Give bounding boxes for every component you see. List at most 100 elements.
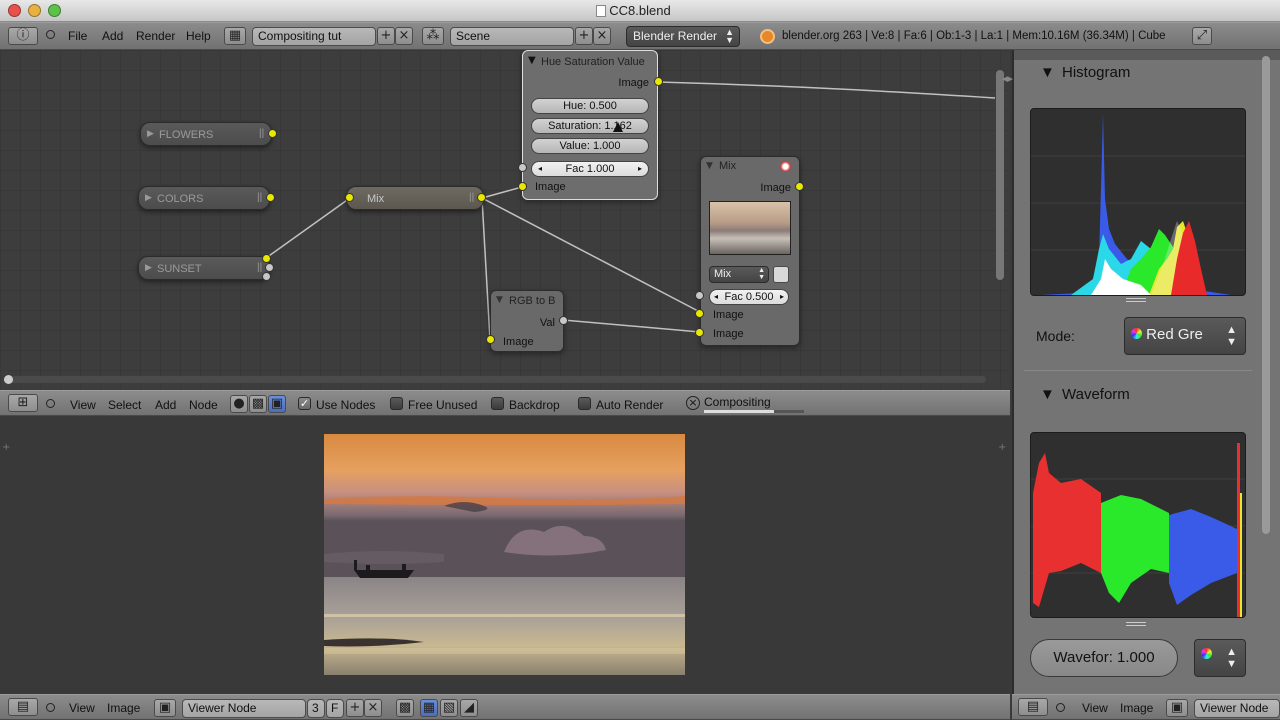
scene-field[interactable]: Scene bbox=[450, 27, 574, 46]
image-viewer[interactable]: + + bbox=[0, 416, 1010, 694]
socket-sunset-out-3[interactable] bbox=[262, 272, 271, 281]
collapse-arrow-icon[interactable]: ▼ bbox=[706, 161, 713, 171]
node-sunset[interactable]: ▶ SUNSET || bbox=[138, 256, 270, 280]
increment-arrow-icon[interactable]: ▸ bbox=[638, 162, 642, 176]
fake-user-toggle[interactable]: F bbox=[326, 699, 344, 718]
draw-channels-icon[interactable]: ▩ bbox=[396, 699, 414, 717]
socket-mix2-image1-in[interactable] bbox=[695, 309, 704, 318]
collapse-menu-icon[interactable] bbox=[1056, 703, 1065, 712]
panel-scrollbar[interactable] bbox=[1262, 56, 1270, 534]
node-editor-vscrollbar[interactable] bbox=[996, 70, 1004, 280]
socket-sunset-out-1[interactable] bbox=[262, 254, 271, 263]
unlink-image-icon[interactable]: × bbox=[364, 699, 382, 717]
blend-mode-select[interactable]: Mix ▲ ▼ bbox=[709, 266, 769, 283]
area-split-plus-icon[interactable]: + bbox=[998, 442, 1006, 453]
node-hsv[interactable]: ▼ Hue Saturation Value Image Hue: 0.500 … bbox=[522, 50, 658, 200]
histogram-title[interactable]: Histogram bbox=[1062, 64, 1130, 81]
menu-image[interactable]: Image bbox=[1120, 701, 1153, 715]
scroll-handle[interactable] bbox=[4, 375, 13, 384]
image-name-field[interactable]: Viewer Node bbox=[182, 699, 306, 718]
shader-nodes-icon[interactable]: ● bbox=[230, 395, 248, 413]
saturation-slider[interactable]: Saturation: 1.162 bbox=[531, 118, 649, 134]
socket-rgb-image-in[interactable] bbox=[486, 335, 495, 344]
screen-layout-icon[interactable]: ▦ bbox=[224, 27, 246, 45]
histogram-mode-select[interactable]: Red Gre ▲ ▼ bbox=[1124, 317, 1246, 355]
socket-mix-in[interactable] bbox=[345, 193, 354, 202]
menu-add[interactable]: Add bbox=[102, 29, 123, 43]
menu-node[interactable]: Node bbox=[189, 398, 218, 412]
image-browse-icon[interactable]: ▣ bbox=[154, 699, 176, 717]
preview-toggle-icon[interactable] bbox=[780, 161, 791, 172]
socket-hsv-image-in[interactable] bbox=[518, 182, 527, 191]
collapse-menu-icon[interactable] bbox=[46, 399, 55, 408]
waveform-opacity-slider[interactable]: Wavefor: 1.000 bbox=[1030, 639, 1178, 677]
collapse-arrow-icon[interactable]: ▼ bbox=[1040, 386, 1055, 403]
collapse-menu-icon[interactable] bbox=[46, 703, 55, 712]
collapse-arrow-icon[interactable]: ▶ bbox=[147, 128, 154, 139]
hue-slider[interactable]: Hue: 0.500 bbox=[531, 98, 649, 114]
cancel-job-icon[interactable]: × bbox=[686, 396, 700, 410]
collapse-arrow-icon[interactable]: ▼ bbox=[1040, 64, 1055, 81]
draw-curve-icon[interactable]: ◢ bbox=[460, 699, 478, 717]
resize-grip-icon[interactable] bbox=[1126, 298, 1146, 302]
screen-layout-field[interactable]: Compositing tut bbox=[252, 27, 376, 46]
socket-mix2-image2-in[interactable] bbox=[695, 328, 704, 337]
increment-arrow-icon[interactable]: ▸ bbox=[780, 290, 784, 304]
menu-help[interactable]: Help bbox=[186, 29, 211, 43]
socket-colors-out[interactable] bbox=[266, 193, 275, 202]
socket-flowers-out[interactable] bbox=[268, 129, 277, 138]
socket-sunset-out-2[interactable] bbox=[265, 263, 274, 272]
delete-screen-icon[interactable]: × bbox=[395, 27, 413, 45]
node-editor[interactable]: ▶ FLOWERS || ▶ COLORS || ▶ SUNSET || Mix… bbox=[0, 50, 1010, 390]
editor-type-node-icon[interactable]: ⊞ bbox=[8, 394, 38, 412]
scene-icon[interactable]: ⁂ bbox=[422, 27, 444, 45]
socket-mix2-out[interactable] bbox=[795, 182, 804, 191]
menu-image[interactable]: Image bbox=[107, 701, 140, 715]
node-mix-2[interactable]: ▼ Mix Image Mix ▲ ▼ ◂ Fac 0.500 ▸ Image I… bbox=[700, 156, 800, 346]
image-users-count[interactable]: 3 bbox=[307, 699, 325, 718]
add-scene-icon[interactable]: + bbox=[575, 27, 593, 45]
decrement-arrow-icon[interactable]: ◂ bbox=[714, 290, 718, 304]
waveform-mode-select[interactable]: ▲ ▼ bbox=[1194, 639, 1246, 677]
mix2-fac-field[interactable]: ◂ Fac 0.500 ▸ bbox=[709, 289, 789, 305]
decrement-arrow-icon[interactable]: ◂ bbox=[538, 162, 542, 176]
node-colors[interactable]: ▶ COLORS || bbox=[138, 186, 270, 210]
delete-scene-icon[interactable]: × bbox=[593, 27, 611, 45]
socket-hsv-fac-in[interactable] bbox=[518, 163, 527, 172]
menu-view[interactable]: View bbox=[1082, 701, 1108, 715]
socket-mix2-fac-in[interactable] bbox=[695, 291, 704, 300]
menu-select[interactable]: Select bbox=[108, 398, 141, 412]
editor-type-info-icon[interactable]: ⓘ bbox=[8, 27, 38, 45]
collapse-menu-icon[interactable] bbox=[46, 30, 55, 39]
fullscreen-toggle-icon[interactable]: ⤢ bbox=[1192, 27, 1212, 45]
render-engine-select[interactable]: Blender Render ▲ ▼ bbox=[626, 26, 740, 47]
new-image-icon[interactable]: + bbox=[346, 699, 364, 717]
collapse-arrow-icon[interactable]: ▶ bbox=[145, 192, 152, 203]
image-browse-icon[interactable]: ▣ bbox=[1166, 699, 1188, 717]
image-name-field[interactable]: Viewer Node bbox=[1194, 699, 1280, 718]
socket-hsv-out[interactable] bbox=[654, 77, 663, 86]
free-unused-checkbox[interactable] bbox=[390, 397, 403, 410]
draw-alpha-icon[interactable]: ▦ bbox=[420, 699, 438, 717]
resize-grip-icon[interactable] bbox=[1126, 622, 1146, 626]
menu-file[interactable]: File bbox=[68, 29, 87, 43]
collapse-arrow-icon[interactable]: ▶ bbox=[145, 262, 152, 273]
use-nodes-checkbox[interactable]: ✓ bbox=[298, 397, 311, 410]
compositing-nodes-icon[interactable]: ▣ bbox=[268, 395, 286, 413]
collapse-arrow-icon[interactable]: ▼ bbox=[496, 295, 503, 305]
menu-render[interactable]: Render bbox=[136, 29, 175, 43]
socket-mix-out[interactable] bbox=[477, 193, 486, 202]
waveform-title[interactable]: Waveform bbox=[1062, 386, 1130, 403]
backdrop-checkbox[interactable] bbox=[491, 397, 504, 410]
editor-type-image-icon[interactable]: ▤ bbox=[8, 698, 38, 716]
editor-type-image-icon[interactable]: ▤ bbox=[1018, 698, 1048, 716]
menu-view[interactable]: View bbox=[69, 701, 95, 715]
draw-zbuffer-icon[interactable]: ▧ bbox=[440, 699, 458, 717]
auto-render-checkbox[interactable] bbox=[578, 397, 591, 410]
socket-rgb-val-out[interactable] bbox=[559, 316, 568, 325]
value-slider[interactable]: Value: 1.000 bbox=[531, 138, 649, 154]
texture-nodes-icon[interactable]: ▩ bbox=[249, 395, 267, 413]
hsv-fac-field[interactable]: ◂ Fac 1.000 ▸ bbox=[531, 161, 649, 177]
panel-resize-icon[interactable]: ◂▸ bbox=[1002, 72, 1013, 85]
node-rgb-to-bw[interactable]: ▼ RGB to B Val Image bbox=[490, 290, 564, 352]
